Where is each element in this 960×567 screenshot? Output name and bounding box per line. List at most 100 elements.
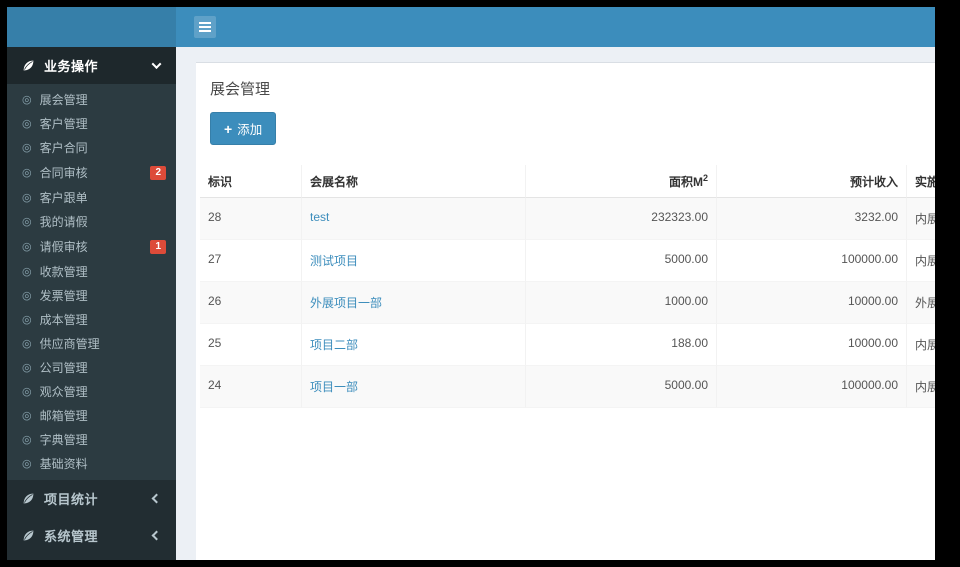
- cell-name: 测试项目: [301, 240, 525, 282]
- cell-dept: 内展项目: [906, 198, 935, 240]
- sidebar-item[interactable]: ◎ 展会管理: [7, 88, 176, 112]
- cell-name: test: [301, 198, 525, 240]
- sidebar-item[interactable]: ◎ 客户合同: [7, 136, 176, 160]
- dot-circle-icon: ◎: [22, 289, 32, 302]
- cell-dept: 内展项目: [906, 324, 935, 366]
- notification-badge: 2: [150, 166, 166, 180]
- dot-circle-icon: ◎: [22, 457, 32, 470]
- notification-badge: 1: [150, 240, 166, 254]
- cell-income: 100000.00: [716, 366, 906, 408]
- dot-circle-icon: ◎: [22, 385, 32, 398]
- sidebar-item[interactable]: ◎ 发票管理: [7, 284, 176, 308]
- cell-id: 26: [200, 282, 301, 324]
- sidebar-item-label: 发票管理: [39, 289, 88, 303]
- table-row: 25 项目二部 188.00 10000.00 内展项目: [200, 324, 935, 366]
- sidebar-item[interactable]: ◎ 请假审核 1: [7, 234, 176, 260]
- sidebar-item-label: 供应商管理: [39, 337, 100, 351]
- sidebar-item[interactable]: ◎ 基础资料: [7, 452, 176, 476]
- dot-circle-icon: ◎: [22, 433, 32, 446]
- sidebar-item-label: 基础资料: [39, 457, 88, 471]
- cell-dept: 外展项目: [906, 282, 935, 324]
- table-header-row: 标识 会展名称 面积M2 预计收入 实施部门: [200, 165, 935, 198]
- sidebar-item-label: 邮箱管理: [39, 409, 88, 423]
- sidebar-item[interactable]: ◎ 收款管理: [7, 260, 176, 284]
- exhibition-link[interactable]: test: [310, 210, 329, 224]
- sidebar-section-business-ops[interactable]: 业务操作: [7, 47, 176, 84]
- cell-id: 25: [200, 324, 301, 366]
- sidebar-section-label: 系统管理: [44, 529, 99, 544]
- app-window: 业务操作 ◎ 展会管理 ◎ 客户管理 ◎ 客户合同 ◎ 合同审核 2 ◎ 客户跟…: [7, 7, 935, 560]
- sidebar-item[interactable]: ◎ 公司管理: [7, 356, 176, 380]
- dot-circle-icon: ◎: [22, 141, 32, 154]
- exhibition-link[interactable]: 测试项目: [310, 254, 358, 268]
- sidebar-item-label: 观众管理: [39, 385, 88, 399]
- cell-id: 28: [200, 198, 301, 240]
- cell-name: 外展项目一部: [301, 282, 525, 324]
- sidebar-section-label: 项目统计: [44, 492, 99, 507]
- sidebar-section-project-stats[interactable]: 项目统计: [7, 480, 176, 517]
- content-area: 展会管理 + 添加 标识 会展名称 面积M2 预计收入 实施部门 28 test: [176, 47, 935, 560]
- sidebar-item[interactable]: ◎ 客户跟单: [7, 186, 176, 210]
- sidebar-item-label: 客户跟单: [39, 191, 88, 205]
- cell-area: 5000.00: [525, 240, 716, 282]
- sidebar-item[interactable]: ◎ 成本管理: [7, 308, 176, 332]
- chevron-left-icon: [151, 493, 162, 504]
- sidebar-item[interactable]: ◎ 合同审核 2: [7, 160, 176, 186]
- table-row: 27 测试项目 5000.00 100000.00 内展项目: [200, 240, 935, 282]
- cell-dept: 内展项目: [906, 366, 935, 408]
- cell-area: 232323.00: [525, 198, 716, 240]
- sidebar-item-label: 合同审核: [39, 166, 88, 180]
- sidebar-item-label: 请假审核: [39, 240, 88, 254]
- add-button[interactable]: + 添加: [210, 112, 277, 145]
- leaf-icon: [22, 529, 35, 542]
- cell-income: 3232.00: [716, 198, 906, 240]
- top-navbar: [7, 7, 935, 47]
- cell-area: 188.00: [525, 324, 716, 366]
- sidebar-item[interactable]: ◎ 供应商管理: [7, 332, 176, 356]
- sidebar-toggle-hamburger-icon[interactable]: [194, 16, 216, 38]
- sidebar-item[interactable]: ◎ 观众管理: [7, 380, 176, 404]
- col-header-id: 标识: [200, 165, 301, 198]
- cell-income: 10000.00: [716, 282, 906, 324]
- page-title: 展会管理: [210, 81, 271, 98]
- cell-area: 1000.00: [525, 282, 716, 324]
- col-header-dept: 实施部门: [906, 165, 935, 198]
- sidebar-item-label: 收款管理: [39, 265, 88, 279]
- exhibition-link[interactable]: 外展项目一部: [310, 296, 382, 310]
- logo-area: [7, 7, 176, 47]
- sidebar-item[interactable]: ◎ 客户管理: [7, 112, 176, 136]
- dot-circle-icon: ◎: [22, 191, 32, 204]
- sidebar-item-label: 客户合同: [39, 141, 88, 155]
- cell-income: 10000.00: [716, 324, 906, 366]
- dot-circle-icon: ◎: [22, 409, 32, 422]
- sidebar: 业务操作 ◎ 展会管理 ◎ 客户管理 ◎ 客户合同 ◎ 合同审核 2 ◎ 客户跟…: [7, 47, 176, 560]
- cell-id: 27: [200, 240, 301, 282]
- dot-circle-icon: ◎: [22, 265, 32, 278]
- dot-circle-icon: ◎: [22, 215, 32, 228]
- sidebar-item-label: 客户管理: [39, 117, 88, 131]
- sidebar-item[interactable]: ◎ 字典管理: [7, 428, 176, 452]
- sidebar-section-label: 业务操作: [44, 59, 99, 74]
- sidebar-item[interactable]: ◎ 我的请假: [7, 210, 176, 234]
- cell-name: 项目一部: [301, 366, 525, 408]
- dot-circle-icon: ◎: [22, 313, 32, 326]
- sidebar-section-system-mgmt[interactable]: 系统管理: [7, 517, 176, 554]
- col-header-area: 面积M2: [525, 165, 716, 198]
- table-row: 26 外展项目一部 1000.00 10000.00 外展项目: [200, 282, 935, 324]
- leaf-icon: [22, 492, 35, 505]
- sidebar-item-label: 字典管理: [39, 433, 88, 447]
- table-row: 28 test 232323.00 3232.00 内展项目: [200, 198, 935, 240]
- dot-circle-icon: ◎: [22, 117, 32, 130]
- sidebar-item[interactable]: ◎ 邮箱管理: [7, 404, 176, 428]
- cell-area: 5000.00: [525, 366, 716, 408]
- cell-dept: 内展项目: [906, 240, 935, 282]
- chevron-left-icon: [151, 530, 162, 541]
- exhibition-link[interactable]: 项目二部: [310, 338, 358, 352]
- col-header-income: 预计收入: [716, 165, 906, 198]
- dot-circle-icon: ◎: [22, 361, 32, 374]
- dot-circle-icon: ◎: [22, 93, 32, 106]
- cell-id: 24: [200, 366, 301, 408]
- table-row: 24 项目一部 5000.00 100000.00 内展项目: [200, 366, 935, 408]
- dot-circle-icon: ◎: [22, 240, 32, 253]
- exhibition-link[interactable]: 项目一部: [310, 380, 358, 394]
